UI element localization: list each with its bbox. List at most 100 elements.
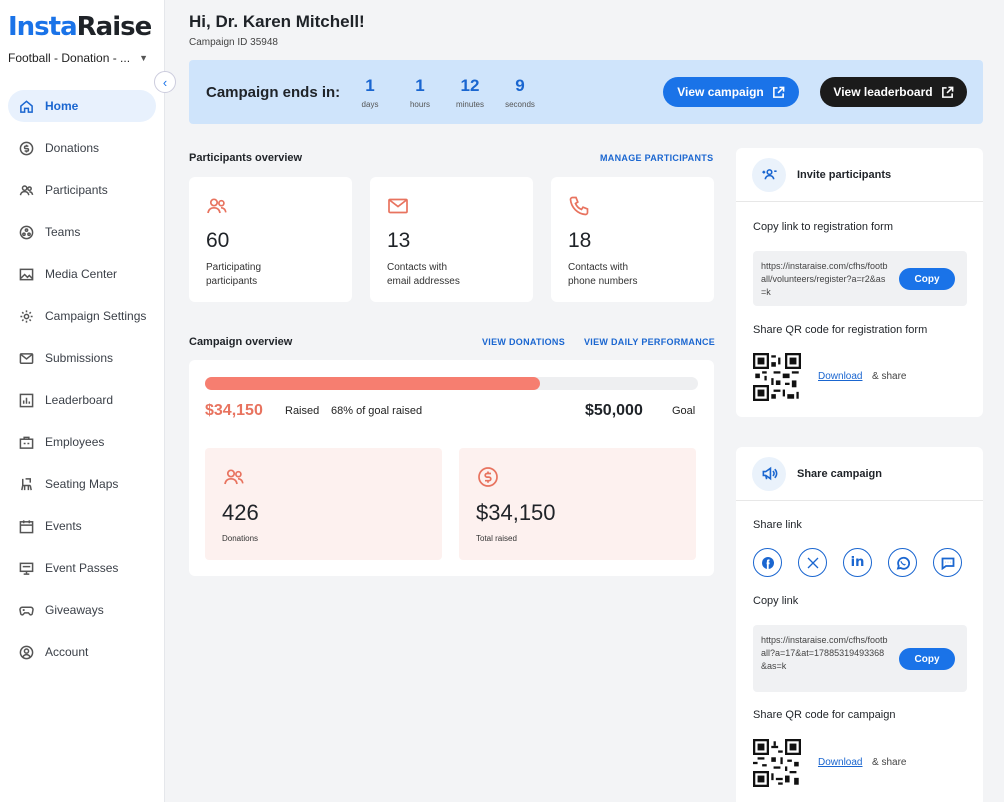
sidebar-item-label: Giveaways [45,603,104,617]
brand-logo[interactable]: InstaRaise [8,12,152,42]
registration-link-text[interactable]: https://instaraise.com/cfhs/football/vol… [761,260,889,299]
sidebar-item-home[interactable]: Home [8,90,156,122]
sidebar-item-giveaways[interactable]: Giveaways [8,594,156,626]
invite-participants-card: Invite participants Copy link to registr… [736,148,983,417]
sidebar-item-label: Employees [45,435,105,449]
share-link-label: Share link [753,519,802,531]
donations-label: Donations [222,534,259,543]
download-campaign-qr-link[interactable]: Download [818,757,862,768]
copy-registration-link-label: Copy link to registration form [753,221,893,233]
countdown-unit: seconds [505,100,535,109]
sidebar-item-events[interactable]: Events [8,510,156,542]
phone-icon [568,195,590,222]
add-people-icon [752,157,786,192]
people-icon [206,195,228,222]
home-icon [18,98,34,114]
linkedin-icon[interactable]: in [843,548,872,577]
brand-part1: Insta [8,12,78,42]
sidebar-item-media-center[interactable]: Media Center [8,258,156,290]
sidebar-item-event-passes[interactable]: Event Passes [8,552,156,584]
view-daily-performance-link[interactable]: VIEW DAILY PERFORMANCE [584,337,715,347]
sidebar-item-label: Account [45,645,89,659]
view-campaign-button[interactable]: View campaign [663,77,799,107]
campaign-link-text[interactable]: https://instaraise.com/cfhs/football?a=1… [761,634,889,673]
countdown-seconds: 9 seconds [495,76,545,109]
sidebar-item-account[interactable]: Account [8,636,156,668]
sidebar-item-label: Media Center [45,267,118,281]
share-campaign-title: Share campaign [797,467,882,480]
chevron-left-icon: ‹ [162,74,168,90]
external-link-icon [941,86,954,99]
sidebar-item-label: Home [45,99,79,113]
external-link-icon [772,86,785,99]
countdown-unit: hours [409,100,430,109]
dollar-circle-icon [18,140,34,156]
share-campaign-qr-text: & share [872,757,907,768]
teams-icon [18,224,34,240]
sidebar-item-campaign-settings[interactable]: Campaign Settings [8,300,156,332]
email-contacts-card: 13 Contacts with email addresses [370,177,533,302]
view-campaign-label: View campaign [677,85,764,99]
campaign-selector[interactable]: Football - Donation - ... ▼ [8,51,148,65]
sidebar-item-label: Events [45,519,82,533]
social-share-buttons: in [753,548,962,577]
countdown-value: 1 [365,76,375,95]
sidebar-item-seating-maps[interactable]: Seating Maps [8,468,156,500]
sidebar-item-leaderboard[interactable]: Leaderboard [8,384,156,416]
whatsapp-icon[interactable] [888,548,917,577]
collapse-sidebar-button[interactable]: ‹ [154,71,176,93]
card-label-line1: Contacts with [387,262,448,273]
view-leaderboard-label: View leaderboard [833,85,933,99]
countdown-minutes: 12 minutes [445,76,495,109]
campaign-qr-label: Share QR code for campaign [753,709,896,721]
raised-label: Raised [285,405,320,417]
sidebar-item-teams[interactable]: Teams [8,216,156,248]
sidebar-item-label: Participants [45,183,108,197]
dollar-circle-icon [477,466,499,493]
campaign-selector-value: Football - Donation - ... [8,51,131,65]
sidebar-item-label: Event Passes [45,561,119,575]
gamepad-icon [18,602,34,618]
mail-icon [387,195,409,222]
megaphone-icon [752,456,786,491]
gear-icon [18,308,34,324]
facebook-icon[interactable] [753,548,782,577]
participants-card: 60 Participating participants [189,177,352,302]
countdown-label: Campaign ends in: [206,84,341,101]
invite-header: Invite participants [736,148,983,202]
x-icon[interactable] [798,548,827,577]
user-circle-icon [18,644,34,660]
sms-icon[interactable] [933,548,962,577]
phone-contacts-count: 18 [568,229,592,252]
registration-qr-code [753,353,801,401]
participants-count: 60 [206,229,230,252]
participants-card-label: Participating participants [206,261,336,289]
briefcase-icon [18,434,34,450]
share-campaign-header: Share campaign [736,447,983,501]
sidebar-item-participants[interactable]: Participants [8,174,156,206]
invite-title: Invite participants [797,168,892,181]
countdown-banner: Campaign ends in: 1 days 1 hours 12 minutes… [189,60,983,124]
copy-campaign-link-button[interactable]: Copy [899,648,955,670]
sidebar-item-donations[interactable]: Donations [8,132,156,164]
campaign-qr-code [753,739,801,787]
manage-participants-link[interactable]: MANAGE PARTICIPANTS [600,153,713,163]
copy-registration-link-button[interactable]: Copy [899,268,955,290]
sidebar-item-label: Teams [45,225,81,239]
people-icon [18,182,34,198]
view-leaderboard-button[interactable]: View leaderboard [820,77,967,107]
share-registration-qr-text: & share [872,371,907,382]
total-raised-label: Total raised [476,534,517,543]
download-registration-qr-link[interactable]: Download [818,371,862,382]
email-contacts-label: Contacts with email addresses [387,261,517,289]
email-contacts-count: 13 [387,229,411,252]
registration-link-box: https://instaraise.com/cfhs/football/vol… [753,251,967,306]
countdown-value: 1 [415,76,425,95]
goal-percent-text: 68% of goal raised [331,405,423,417]
countdown-value: 9 [515,76,525,95]
countdown-hours: 1 hours [395,76,445,109]
total-raised-value: $34,150 [476,500,556,525]
view-donations-link[interactable]: VIEW DONATIONS [482,337,565,347]
sidebar-item-employees[interactable]: Employees [8,426,156,458]
sidebar-item-submissions[interactable]: Submissions [8,342,156,374]
